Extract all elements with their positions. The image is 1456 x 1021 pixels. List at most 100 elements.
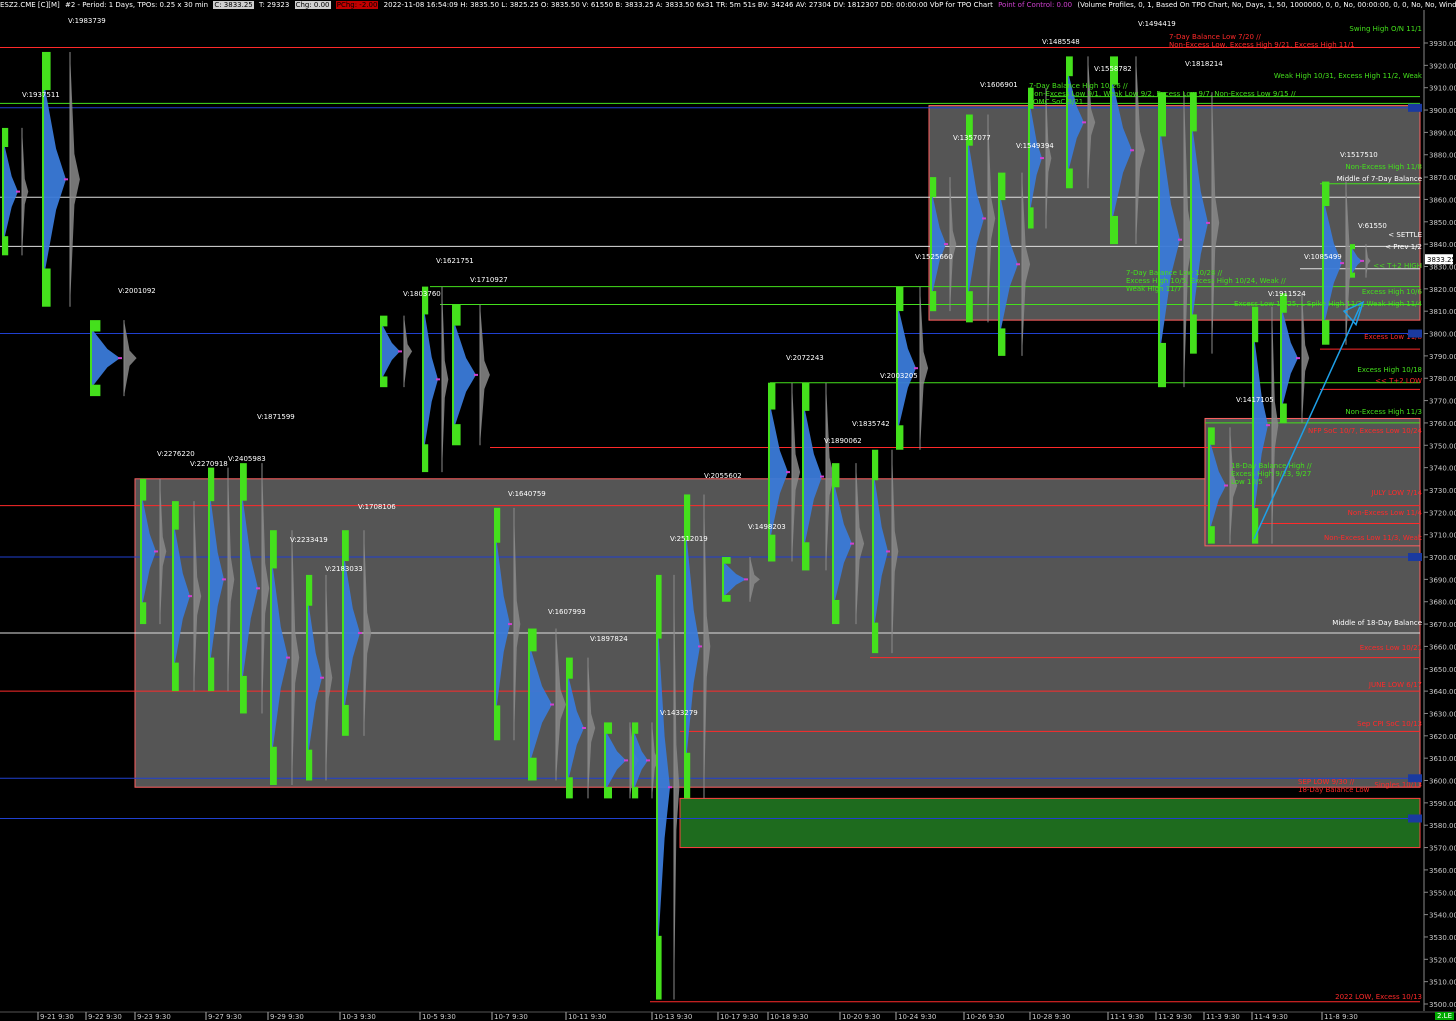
tpo-green-column [1190,92,1192,354]
level-annotation: 18-Day Balance High // [1231,462,1312,470]
volume-label: V:1433279 [660,709,698,717]
tpo-green-column [930,177,932,312]
tpo-green-bottom [1068,168,1073,189]
date-tick-label: 10-20 9:30 [842,1013,880,1021]
date-tick-label: 9-22 9:30 [88,1013,122,1021]
poc-marker [850,542,854,545]
tpo-green-bottom [724,595,731,602]
price-tick-label: 3700.00 [1429,554,1456,562]
date-tick-label: 10-26 9:30 [966,1013,1004,1021]
tpo-green-column [604,722,606,799]
price-tick-label: 3590.00 [1429,800,1456,808]
tpo-blue-profile [424,308,438,450]
tpo-green-column [1158,92,1160,388]
tpo-green-top [142,478,147,501]
volume-profile [22,127,29,256]
level-annotation: Swing High O/N 11/1 [1349,25,1422,33]
level-annotation: SEP LOW 9/30 // [1298,778,1355,786]
poc-marker [16,190,20,193]
pchange-badge: PChg: -2.00 [335,1,379,9]
last-price-badge: C: 3833.25 [213,1,254,9]
price-tick-label: 3840.00 [1429,241,1456,249]
date-tick-label: 11-8 9:30 [1324,1013,1358,1021]
tpo-green-bottom [568,777,573,799]
tpo-green-column [802,382,804,571]
tpo-green-bottom [874,622,879,654]
volume-label: V:2276220 [157,450,195,458]
price-tick-label: 3880.00 [1429,152,1456,160]
tpo-green-bottom [174,662,179,692]
price-tick-label: 3920.00 [1429,62,1456,70]
tpo-green-column [342,530,344,736]
tpo-green-bottom [4,236,9,256]
tpo-green-top [1068,56,1073,77]
date-axis[interactable]: 9-21 9:30 9-22 9:30 9-23 9:30 9-27 9:30 9-29… [0,1011,1456,1021]
tpo-green-top [174,501,179,530]
tpo-green-bottom [530,757,537,781]
price-tick-label: 3570.00 [1429,845,1456,853]
volume-label: V:2003205 [880,372,918,380]
tpo-green-top [382,315,388,327]
tpo-green-column [1208,427,1210,544]
tpo-green-top [344,530,349,562]
price-tick-label: 3550.00 [1429,889,1456,897]
price-tick-label: 3660.00 [1429,643,1456,651]
level-annotation: Excess Low 10/21 [1360,644,1422,652]
poc-marker [698,645,702,648]
tpo-green-top [686,494,691,541]
poc-marker [1082,121,1086,124]
volume-label: V:1417105 [1236,396,1274,404]
price-tick-label: 3770.00 [1429,398,1456,406]
poc-marker [1296,357,1300,360]
price-tick-label: 3630.00 [1429,710,1456,718]
price-tick-label: 3760.00 [1429,420,1456,428]
tpo-green-bottom [804,542,810,571]
level-annotation: 7-Day Balance Low 7/20 // [1169,33,1261,41]
tpo-green-top [770,382,776,410]
tpo-green-top [874,449,879,481]
tpo-green-column [90,320,92,397]
price-tick-label: 3530.00 [1429,934,1456,942]
level-annotation: Non-Excess Low 11/3, Weak [1324,534,1423,542]
tpo-green-top [1210,427,1215,445]
tpo-green-bottom [634,786,639,799]
price-tick-label: 3800.00 [1429,331,1456,339]
ticks-label: T: 29323 [258,1,290,9]
price-tick-label: 3820.00 [1429,286,1456,294]
tpo-green-bottom [834,599,840,625]
tpo-green-bottom [1324,320,1330,345]
tpo-green-bottom [272,746,277,785]
level-annotation: 7-Day Balance High 10/26 // [1029,82,1128,90]
date-tick-label: 11-1 9:30 [1110,1013,1144,1021]
tpo-green-top [272,530,277,569]
tpo-profile [896,286,929,450]
level-annotation: Weak High 11/7 [1126,285,1181,293]
tpo-blue-profile [4,143,18,241]
volume-profile [442,286,449,473]
level-annotation: JULY LOW 7/14 [1370,489,1422,497]
tpo-green-bottom [1282,403,1287,423]
volume-label: V:1498203 [748,523,786,531]
tpo-green-top [1352,244,1355,250]
price-tick-label: 3710.00 [1429,532,1456,540]
chart-header: ESZ2.CME [C][M] #2 - Period: 1 Days, TPO… [0,0,1456,10]
price-tick-label: 3780.00 [1429,375,1456,383]
tpo-blue-profile [92,329,120,387]
volume-label: V:1871599 [257,413,295,421]
volume-profile [920,286,929,450]
date-tick-label: 10-5 9:30 [422,1013,456,1021]
status-corner: 2.LE [1434,1012,1454,1020]
tpo-green-column [832,463,834,625]
tpo-chart[interactable]: V:1983739 V:1937511 V:2001092 V:2276220 V:22… [0,10,1456,1021]
tpo-green-bottom [242,675,247,714]
poc-marker [550,703,554,706]
price-tick-label: 3510.00 [1429,979,1456,987]
tpo-green-column [998,172,1000,356]
volume-label: V:2001092 [118,287,156,295]
tpo-profile [422,286,449,473]
level-annotation: Excess High 10/18 [1357,366,1422,374]
tpo-green-top [242,463,247,501]
volume-label: V:1890062 [824,437,862,445]
level-annotation: Non-Excess Low 11/4 [1348,509,1423,517]
poc-marker [820,475,824,478]
